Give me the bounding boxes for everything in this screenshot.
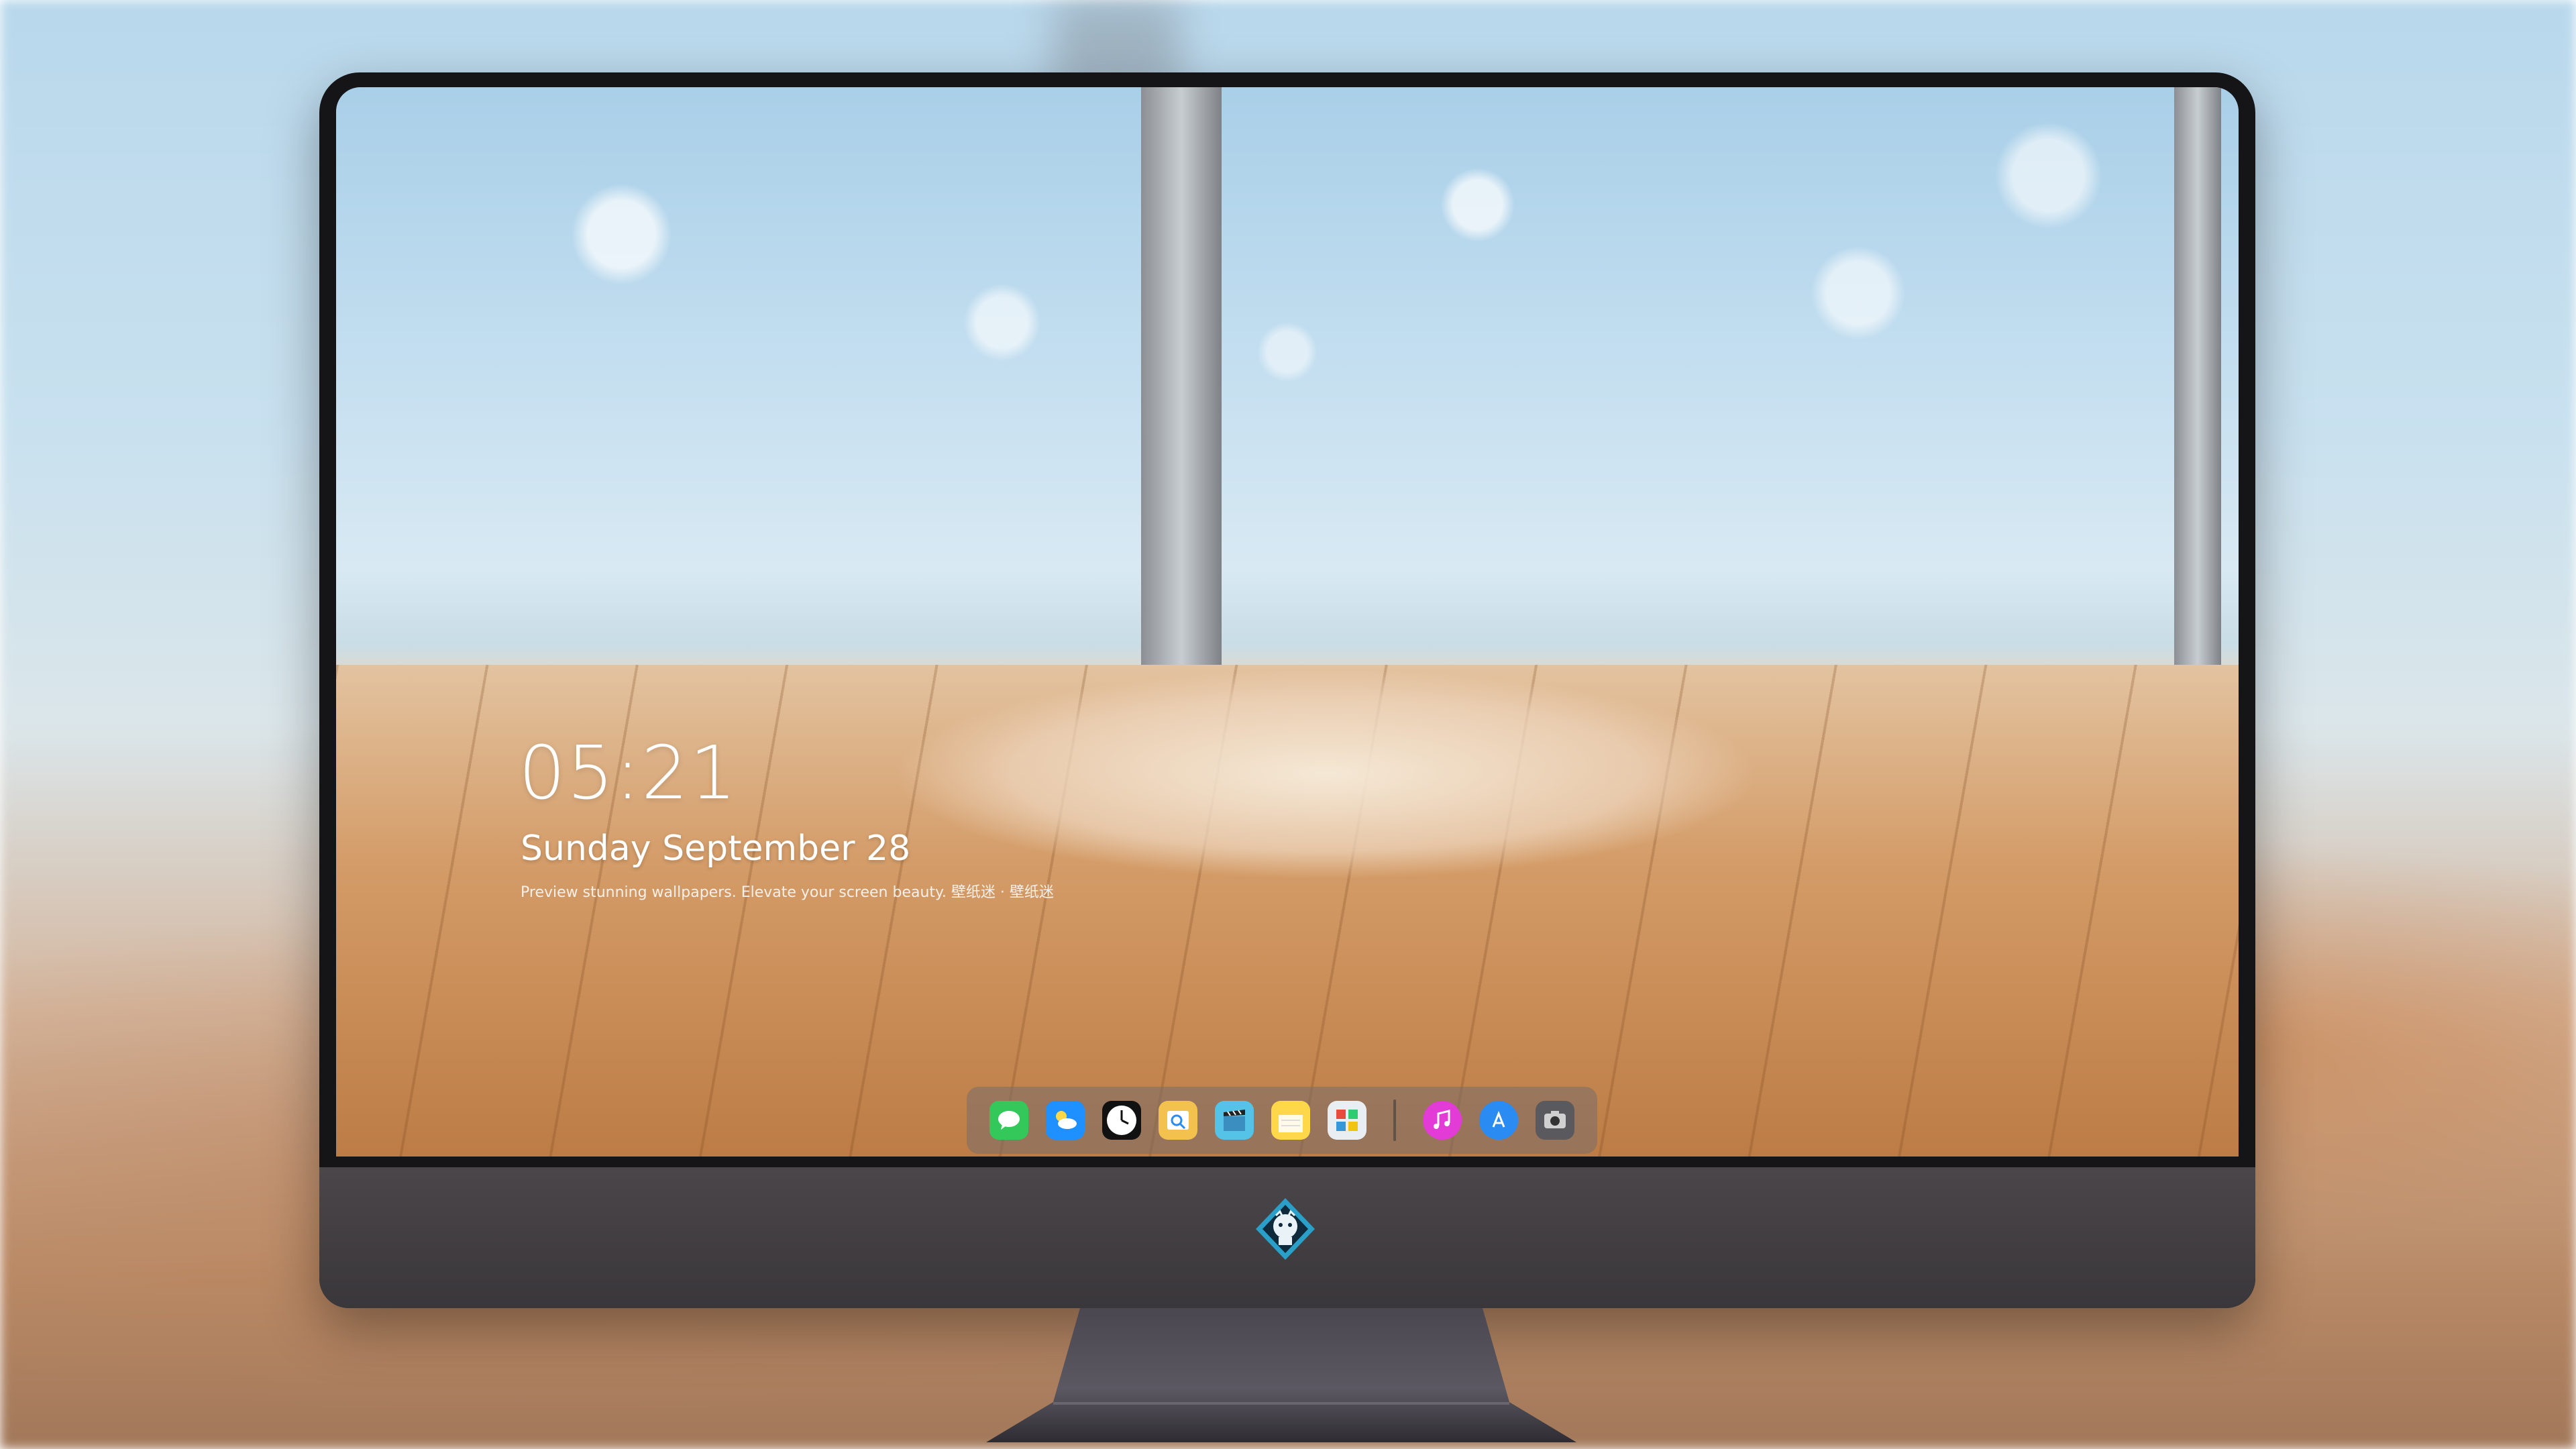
- clapperboard-icon[interactable]: [1215, 1101, 1254, 1140]
- weather-icon[interactable]: [1046, 1101, 1085, 1140]
- lock-screen: 05:21 Sunday September 28 Preview stunni…: [336, 87, 2239, 1157]
- window-frame: [1141, 87, 1222, 686]
- lock-clock: 05:21: [519, 730, 739, 816]
- wallpaper-sea: [336, 87, 2239, 676]
- monitor-stand: [986, 1308, 1576, 1442]
- dock: [967, 1087, 1597, 1154]
- clock-icon[interactable]: [1102, 1101, 1141, 1140]
- messages-icon[interactable]: [989, 1101, 1028, 1140]
- dock-separator: [1393, 1099, 1396, 1141]
- monitor: 05:21 Sunday September 28 Preview stunni…: [319, 72, 2255, 1308]
- notes-icon[interactable]: [1271, 1101, 1310, 1140]
- music-icon[interactable]: [1423, 1101, 1462, 1140]
- monitor-chin: [319, 1167, 2255, 1308]
- camera-icon[interactable]: [1536, 1101, 1574, 1140]
- photos-icon[interactable]: [1328, 1101, 1366, 1140]
- wallpaper-figure: [752, 617, 2027, 966]
- window-frame: [2174, 87, 2221, 686]
- preview-icon[interactable]: [1159, 1101, 1197, 1140]
- lock-tagline: Preview stunning wallpapers. Elevate you…: [521, 884, 1054, 901]
- mascot-logo-icon: [1256, 1198, 1315, 1260]
- app-store-icon[interactable]: [1479, 1101, 1518, 1140]
- lock-date: Sunday September 28: [521, 828, 911, 869]
